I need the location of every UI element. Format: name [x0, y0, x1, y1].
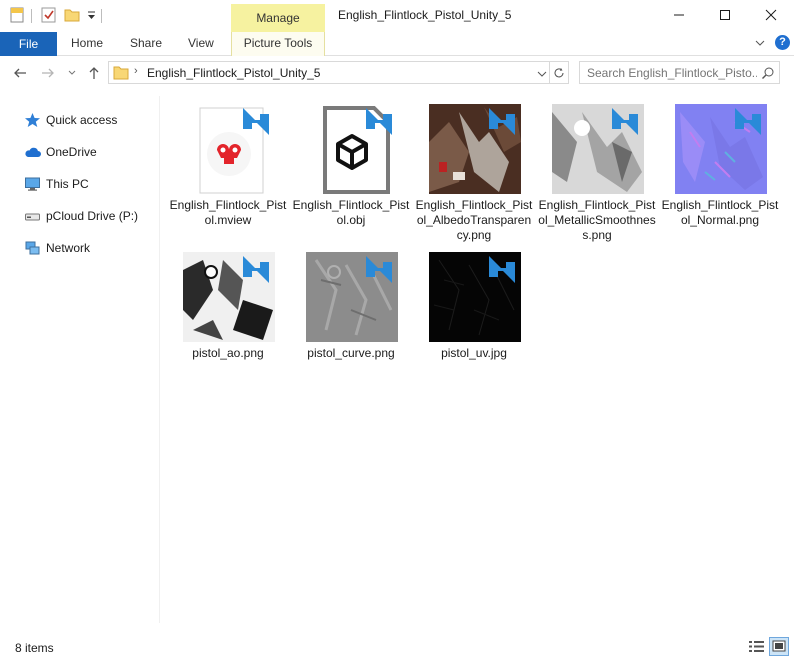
chevron-down-icon[interactable]	[536, 68, 548, 78]
window-title: English_Flintlock_Pistol_Unity_5	[338, 8, 512, 22]
file-item-curve[interactable]: pistol_curve.png	[291, 244, 411, 364]
3d-object-icon	[306, 102, 398, 194]
nav-item-onedrive[interactable]: OneDrive	[0, 140, 159, 164]
up-arrow-icon[interactable]	[86, 65, 102, 81]
file-item-normal[interactable]: English_Flintlock_Pistol_Normal.png	[660, 96, 780, 236]
refresh-button[interactable]	[550, 61, 569, 84]
refresh-icon	[554, 67, 564, 77]
address-bar[interactable]: › English_Flintlock_Pistol_Unity_5	[108, 61, 550, 84]
image-thumbnail	[183, 250, 275, 342]
monitor-icon	[24, 176, 41, 192]
details-view-button[interactable]	[747, 638, 766, 655]
new-folder-icon[interactable]	[63, 6, 81, 24]
back-arrow-icon[interactable]	[12, 65, 28, 81]
minimize-button[interactable]	[656, 0, 702, 30]
file-list: English_Flintlock_Pistol.mview English_F…	[160, 96, 794, 623]
image-thumbnail	[552, 102, 644, 194]
large-icons-view-button[interactable]	[769, 637, 789, 656]
file-name: English_Flintlock_Pistol_MetallicSmoothn…	[538, 198, 656, 242]
forward-arrow-icon[interactable]	[40, 65, 56, 81]
tab-share[interactable]: Share	[130, 32, 162, 56]
file-item-ao[interactable]: pistol_ao.png	[168, 244, 288, 364]
star-icon	[24, 112, 41, 128]
image-thumbnail	[429, 250, 521, 342]
tab-home[interactable]: Home	[71, 32, 103, 56]
separator	[101, 9, 102, 23]
file-item-obj[interactable]: English_Flintlock_Pistol.obj	[291, 96, 411, 236]
file-item-mview[interactable]: English_Flintlock_Pistol.mview	[168, 96, 288, 236]
navigation-pane: Quick access OneDrive This PC pCloud Dri…	[0, 96, 160, 623]
image-thumbnail	[429, 102, 521, 194]
drive-icon	[24, 208, 41, 224]
search-input[interactable]	[587, 65, 757, 81]
file-item-uv[interactable]: pistol_uv.jpg	[414, 244, 534, 364]
file-name: pistol_curve.png	[307, 346, 395, 360]
breadcrumb-chevron-icon[interactable]: ›	[134, 65, 138, 77]
title-bar: Manage English_Flintlock_Pistol_Unity_5	[0, 0, 794, 32]
breadcrumb-current-folder[interactable]: English_Flintlock_Pistol_Unity_5	[147, 66, 320, 80]
address-row: › English_Flintlock_Pistol_Unity_5	[0, 57, 794, 89]
marmoset-icon	[183, 102, 275, 194]
help-icon[interactable]: ?	[775, 35, 790, 50]
nav-item-quick-access[interactable]: Quick access	[0, 108, 159, 132]
search-box[interactable]	[579, 61, 780, 84]
folder-icon	[113, 65, 129, 80]
file-name: English_Flintlock_Pistol_Normal.png	[661, 198, 779, 227]
manage-tab[interactable]: Manage	[231, 4, 325, 32]
chevron-down-icon[interactable]	[754, 37, 766, 49]
tab-picture-tools[interactable]: Picture Tools	[231, 32, 325, 56]
nav-item-pcloud-drive[interactable]: pCloud Drive (P:)	[0, 204, 159, 228]
properties-icon[interactable]	[8, 6, 26, 24]
image-thumbnail	[306, 250, 398, 342]
file-name: English_Flintlock_Pistol.mview	[169, 198, 287, 227]
file-item-albedo[interactable]: English_Flintlock_Pistol_AlbedoTranspare…	[414, 96, 534, 242]
file-name: pistol_ao.png	[192, 346, 264, 360]
nav-item-this-pc[interactable]: This PC	[0, 172, 159, 196]
recent-locations-chevron-icon[interactable]	[64, 65, 80, 81]
tab-file[interactable]: File	[0, 32, 57, 56]
file-name: English_Flintlock_Pistol_AlbedoTranspare…	[415, 198, 533, 242]
cloud-icon	[24, 144, 41, 160]
network-icon	[24, 240, 41, 256]
tab-view[interactable]: View	[188, 32, 214, 56]
status-bar: 8 items	[0, 633, 794, 659]
checklist-icon[interactable]	[40, 6, 58, 24]
file-item-metallic[interactable]: English_Flintlock_Pistol_MetallicSmoothn…	[537, 96, 657, 242]
nav-item-network[interactable]: Network	[0, 236, 159, 260]
close-button[interactable]	[748, 0, 794, 30]
separator	[31, 9, 32, 23]
item-count: 8 items	[15, 641, 54, 655]
details-view-icon	[749, 641, 764, 652]
customize-toolbar-icon[interactable]	[84, 6, 102, 24]
large-icons-view-icon	[772, 640, 786, 652]
file-name: English_Flintlock_Pistol.obj	[292, 198, 410, 227]
maximize-button[interactable]	[702, 0, 748, 30]
search-icon[interactable]	[761, 66, 775, 80]
image-thumbnail	[675, 102, 767, 194]
file-name: pistol_uv.jpg	[441, 346, 507, 360]
ribbon-tabs: File Home Share View Picture Tools ?	[0, 32, 794, 56]
